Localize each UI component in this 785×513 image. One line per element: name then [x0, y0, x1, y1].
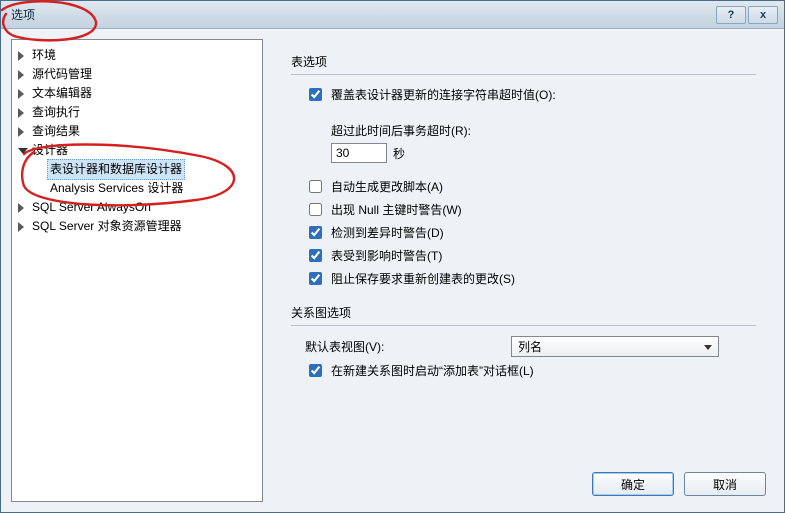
content-area: 环境 源代码管理 文本编辑器 查询执行 查询结果 设计器 表设计器和数据库设计器…	[1, 29, 784, 512]
tree-item-label: SQL Server 对象资源管理器	[32, 217, 182, 236]
launch-addtable-label: 在新建关系图时启动“添加表”对话框(L)	[331, 362, 534, 379]
window-title: 选项	[11, 6, 716, 23]
tree-item-label: SQL Server AlwaysOn	[32, 198, 151, 217]
close-button[interactable]: x	[748, 6, 778, 24]
divider	[291, 74, 756, 75]
tree-item-designers[interactable]: 设计器	[18, 141, 262, 160]
tree-item-environment[interactable]: 环境	[18, 46, 262, 65]
nullwarn-row: 出现 Null 主键时警告(W)	[305, 200, 756, 219]
group-diagram-options-label: 关系图选项	[291, 304, 756, 321]
tree-item-texteditor[interactable]: 文本编辑器	[18, 84, 262, 103]
tree-item-objectexplorer[interactable]: SQL Server 对象资源管理器	[18, 217, 262, 236]
timeout-value-row: 超过此时间后事务超时(R):	[331, 122, 756, 139]
affectwarn-checkbox[interactable]	[309, 249, 322, 262]
override-timeout-label: 覆盖表设计器更新的连接字符串超时值(O):	[331, 86, 556, 103]
tree-item-label: 查询结果	[32, 122, 80, 141]
tree-item-label: 源代码管理	[32, 65, 92, 84]
override-timeout-row: 覆盖表设计器更新的连接字符串超时值(O):	[305, 85, 756, 104]
diffwarn-checkbox[interactable]	[309, 226, 322, 239]
tree-item-label: 查询执行	[32, 103, 80, 122]
launch-addtable-checkbox[interactable]	[309, 364, 322, 377]
options-dialog: 选项 ? x 环境 源代码管理 文本编辑器 查询执行 查询结果 设计器 表设计器…	[0, 0, 785, 513]
spacer-icon	[36, 165, 46, 175]
timeout-suffix: 秒	[393, 145, 405, 162]
default-view-row: 默认表视图(V): 列名	[305, 336, 756, 357]
category-tree[interactable]: 环境 源代码管理 文本编辑器 查询执行 查询结果 设计器 表设计器和数据库设计器…	[11, 39, 263, 502]
affectwarn-label: 表受到影响时警告(T)	[331, 247, 442, 264]
tree-item-sourcecontrol[interactable]: 源代码管理	[18, 65, 262, 84]
timeout-input[interactable]	[331, 143, 387, 163]
chevron-down-icon	[18, 146, 28, 156]
default-view-value: 列名	[518, 338, 542, 355]
chevron-right-icon	[18, 89, 28, 99]
launch-addtable-row: 在新建关系图时启动“添加表”对话框(L)	[305, 361, 756, 380]
ok-button[interactable]: 确定	[592, 472, 674, 496]
group-table-options-label: 表选项	[291, 53, 756, 70]
override-timeout-checkbox[interactable]	[309, 88, 322, 101]
autoscript-row: 自动生成更改脚本(A)	[305, 177, 756, 196]
preventsave-label: 阻止保存要求重新创建表的更改(S)	[331, 270, 515, 287]
nullwarn-checkbox[interactable]	[309, 203, 322, 216]
tree-item-label: Analysis Services 设计器	[50, 179, 183, 198]
chevron-right-icon	[18, 108, 28, 118]
chevron-right-icon	[18, 127, 28, 137]
tree-item-queryexec[interactable]: 查询执行	[18, 103, 262, 122]
tree-item-table-designer[interactable]: 表设计器和数据库设计器	[36, 160, 262, 179]
tree-item-label: 环境	[32, 46, 56, 65]
default-view-select[interactable]: 列名	[511, 336, 719, 357]
chevron-right-icon	[18, 222, 28, 232]
diffwarn-row: 检测到差异时警告(D)	[305, 223, 756, 242]
divider	[291, 325, 756, 326]
preventsave-checkbox[interactable]	[309, 272, 322, 285]
tree-item-label: 文本编辑器	[32, 84, 92, 103]
tree-item-label: 表设计器和数据库设计器	[47, 159, 185, 180]
default-view-label: 默认表视图(V):	[305, 338, 505, 355]
spacer-icon	[36, 184, 46, 194]
tree-item-alwayson[interactable]: SQL Server AlwaysOn	[18, 198, 262, 217]
chevron-right-icon	[18, 70, 28, 80]
timeout-label: 超过此时间后事务超时(R):	[331, 122, 471, 139]
cancel-button[interactable]: 取消	[684, 472, 766, 496]
tree-item-as-designer[interactable]: Analysis Services 设计器	[36, 179, 262, 198]
form-area: 表选项 覆盖表设计器更新的连接字符串超时值(O): 超过此时间后事务超时(R):…	[273, 39, 774, 462]
chevron-right-icon	[18, 203, 28, 213]
settings-pane: 表选项 覆盖表设计器更新的连接字符串超时值(O): 超过此时间后事务超时(R):…	[273, 39, 774, 502]
autoscript-checkbox[interactable]	[309, 180, 322, 193]
tree-item-label: 设计器	[32, 141, 68, 160]
autoscript-label: 自动生成更改脚本(A)	[331, 178, 443, 195]
nullwarn-label: 出现 Null 主键时警告(W)	[331, 201, 462, 218]
timeout-input-row: 秒	[331, 143, 756, 163]
titlebar[interactable]: 选项 ? x	[1, 1, 784, 29]
dialog-buttons: 确定 取消	[273, 462, 774, 502]
chevron-right-icon	[18, 51, 28, 61]
help-button[interactable]: ?	[716, 6, 746, 24]
diffwarn-label: 检测到差异时警告(D)	[331, 224, 444, 241]
preventsave-row: 阻止保存要求重新创建表的更改(S)	[305, 269, 756, 288]
tree-item-queryresults[interactable]: 查询结果	[18, 122, 262, 141]
affectwarn-row: 表受到影响时警告(T)	[305, 246, 756, 265]
window-buttons: ? x	[716, 6, 778, 24]
